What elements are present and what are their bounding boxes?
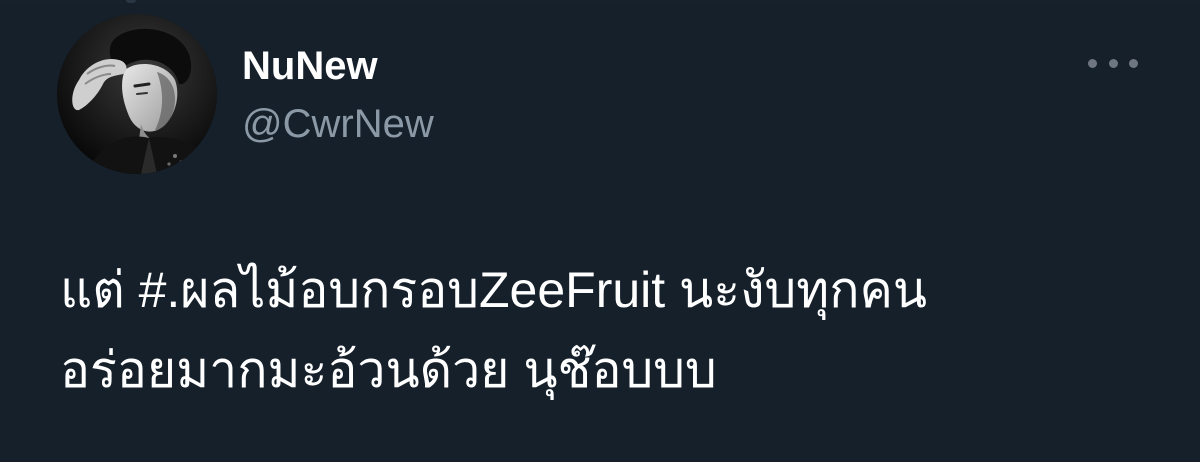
more-horizontal-icon-dot-1 xyxy=(1088,58,1097,68)
avatar[interactable] xyxy=(57,14,217,174)
more-options-button[interactable] xyxy=(1088,48,1138,78)
tweet-text: แต่ #.ผลไม้อบกรอบZeeFruit นะงับทุกคน อร่… xyxy=(60,250,1170,410)
tweet-text-line-1: แต่ #.ผลไม้อบกรอบZeeFruit นะงับทุกคน xyxy=(60,250,1170,330)
tweet-text-line-2: อร่อยมากมะอ้วนด้วย นุช๊อบบบ xyxy=(60,342,717,398)
hashtag-link[interactable]: #.ผลไม้อบกรอบZeeFruit xyxy=(139,262,666,318)
more-horizontal-icon-dot-2 xyxy=(1108,58,1118,68)
author-name[interactable]: NuNew xyxy=(242,42,378,90)
thread-line xyxy=(126,0,136,3)
tweet-text-segment: แต่ xyxy=(60,262,139,318)
tweet-text-segment: นะงับทุกคน xyxy=(665,262,928,318)
tweet-card: NuNew @CwrNew แต่ #.ผลไม้อบกรอบZeeFruit … xyxy=(0,0,1200,462)
author-handle[interactable]: @CwrNew xyxy=(242,100,434,148)
more-horizontal-icon-dot-3 xyxy=(1129,58,1138,68)
previous-card-edge xyxy=(0,0,1200,4)
